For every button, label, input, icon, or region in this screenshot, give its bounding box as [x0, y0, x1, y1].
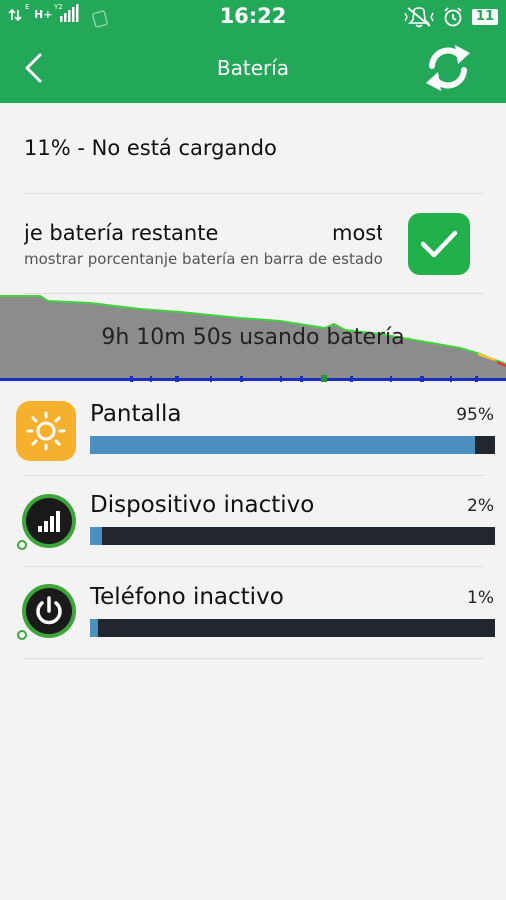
usage-name: Dispositivo inactivo [90, 492, 315, 518]
refresh-icon [426, 45, 470, 91]
usage-item-device-idle[interactable]: Dispositivo inactivo 2% [0, 492, 506, 582]
battery-time-label: 9h 10m 50s usando batería [101, 325, 405, 350]
preference-summary: mostrar porcentanje batería en barra de … [24, 250, 383, 268]
preference-title-text: je batería restante [24, 221, 219, 245]
usage-percent: 95% [456, 405, 494, 425]
sun-icon [16, 401, 76, 461]
status-bar: E Y2 H+ 16:22 11 [0, 0, 506, 34]
usage-item-phone-idle[interactable]: Teléfono inactivo 1% [0, 584, 506, 674]
power-icon [16, 584, 76, 644]
divider [24, 193, 484, 194]
usage-name: Pantalla [90, 401, 182, 427]
usage-name: Teléfono inactivo [90, 584, 284, 610]
divider [24, 658, 484, 659]
divider [24, 475, 484, 476]
divider [24, 566, 484, 567]
usage-bar [90, 527, 495, 545]
preference-title: je batería restante most [24, 221, 382, 245]
battery-level-badge: 11 [471, 9, 498, 25]
mute-vibrate-icon [404, 7, 434, 28]
usage-bar [90, 619, 495, 637]
battery-status-text: 11% - No está cargando [24, 136, 277, 160]
refresh-button[interactable] [420, 40, 476, 96]
usage-bar-fill [90, 436, 475, 454]
usage-percent: 2% [467, 496, 494, 516]
alarm-icon [444, 7, 462, 27]
usage-bar-fill [90, 619, 99, 637]
usage-bar [90, 436, 495, 454]
usage-bar-fill [90, 527, 103, 545]
checkmark-icon [420, 230, 458, 258]
usage-percent: 1% [467, 588, 494, 608]
signal-icon [16, 494, 76, 554]
show-percentage-checkbox[interactable] [408, 213, 470, 275]
app-bar: Batería [0, 34, 506, 103]
status-right-icons: 11 [404, 6, 498, 28]
usage-item-screen[interactable]: Pantalla 95% [0, 401, 506, 491]
preference-title-tail: most [332, 221, 382, 245]
